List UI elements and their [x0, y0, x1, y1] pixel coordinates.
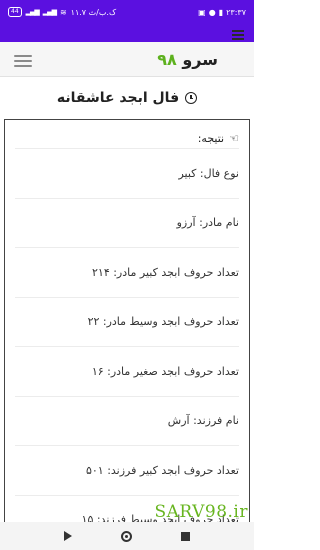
result-row: نام مادر: آرزو: [15, 197, 239, 248]
status-left: 44 ▂▄▆ ▂▄▆ ≋ ۱۱.۷ ک.ب/ث: [8, 7, 116, 17]
vpn-icon: ▣: [198, 7, 206, 17]
result-label: نتیجه:: [197, 131, 225, 145]
result-row: نوع فال: کبیر: [15, 148, 239, 198]
menu-icon[interactable]: [232, 28, 244, 42]
result-row: نام فرزند: آرش: [15, 395, 239, 446]
status-right: ▣ ● ▮ ۲۳:۳۷: [198, 8, 246, 17]
site-logo[interactable]: سرو ۹۸: [157, 50, 218, 69]
result-card: ☜ نتیجه: نوع فال: کبیر نام مادر: آرزو تع…: [4, 119, 250, 529]
signal-icon: ▂▄▆: [25, 8, 40, 16]
recents-icon[interactable]: [180, 531, 190, 541]
result-row: تعداد حروف ابجد کبیر مادر: ۲۱۴: [15, 247, 239, 297]
logo-word: سرو: [182, 50, 218, 69]
result-header: ☜ نتیجه:: [5, 120, 249, 148]
back-icon[interactable]: [64, 531, 73, 541]
wifi-icon: ≋: [59, 7, 67, 17]
result-row: تعداد حروف ابجد کبیر فرزند: ۵۰۱: [15, 445, 239, 495]
result-row: تعداد حروف ابجد صغیر مادر: ۱۶: [15, 346, 239, 396]
system-nav-bar: [0, 522, 254, 550]
home-icon[interactable]: [120, 530, 132, 542]
network-speed: ۱۱.۷ ک.ب/ث: [70, 7, 117, 17]
clock-icon: [185, 92, 198, 104]
top-strip: [0, 24, 254, 42]
trash-icon: ▮: [218, 7, 224, 17]
battery-icon: 44: [8, 7, 22, 17]
page-title: فال ابجد عاشقانه: [0, 90, 254, 106]
menu-toggle-icon[interactable]: [14, 52, 32, 67]
signal-icon-2: ▂▄▆: [42, 8, 57, 16]
result-row: تعداد حروف ابجد وسیط مادر: ۲۲: [15, 296, 239, 347]
status-bar: 44 ▂▄▆ ▂▄▆ ≋ ۱۱.۷ ک.ب/ث ▣ ● ▮ ۲۳:۳۷: [0, 0, 254, 24]
page-title-text: فال ابجد عاشقانه: [56, 90, 180, 106]
notification-icon: ●: [208, 7, 216, 17]
app-bar: سرو ۹۸: [0, 42, 254, 77]
status-time: ۲۳:۳۷: [226, 7, 246, 17]
watermark: SARV98.ir: [154, 502, 248, 522]
logo-number: ۹۸: [157, 50, 177, 69]
pointing-hand-icon: ☜: [229, 131, 239, 145]
